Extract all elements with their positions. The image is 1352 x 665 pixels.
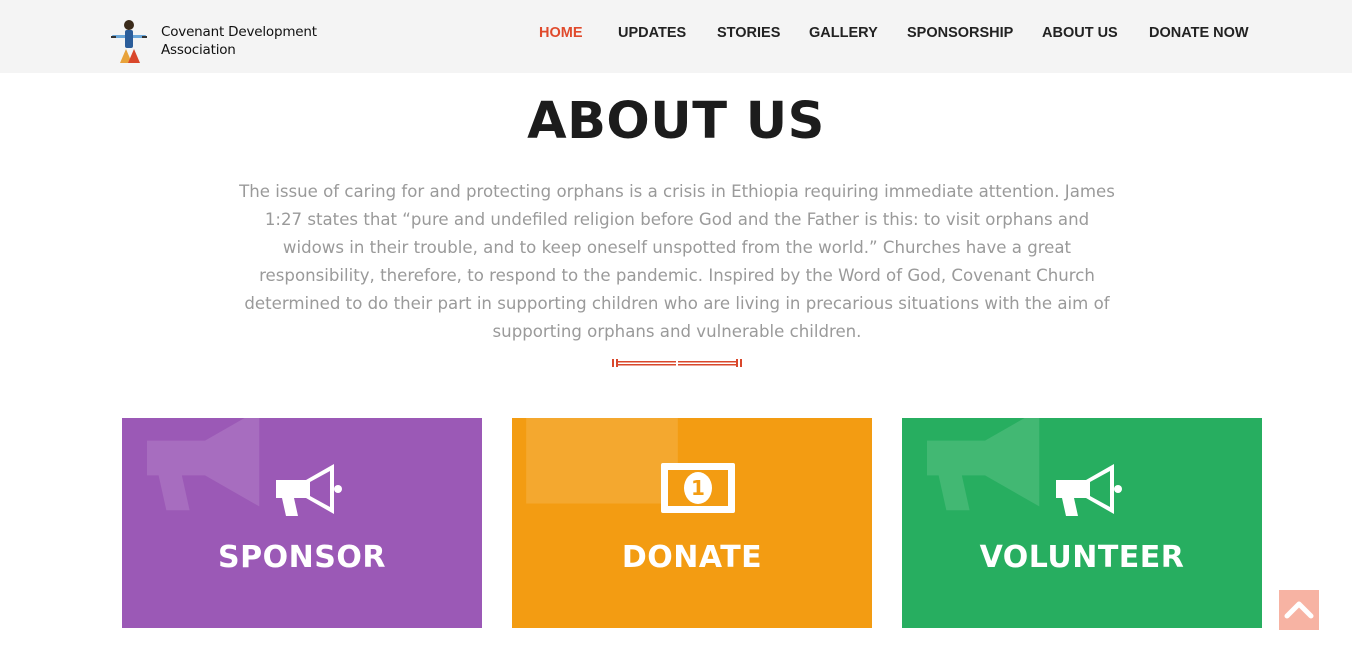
svg-text:1: 1	[691, 476, 705, 500]
nav-stories[interactable]: STORIES	[717, 25, 780, 41]
nav-donate-now[interactable]: DONATE NOW	[1149, 25, 1249, 41]
about-text: The issue of caring for and protecting o…	[239, 182, 1115, 341]
banknote-icon: 1	[661, 463, 735, 513]
volunteer-card[interactable]: VOLUNTEER	[902, 418, 1262, 628]
logo-text: Covenant Development Association	[161, 23, 317, 59]
logo-line1: Covenant Development	[161, 24, 317, 40]
nav-updates[interactable]: UPDATES	[618, 25, 686, 41]
donate-card[interactable]: 1 DONATE	[512, 418, 872, 628]
nav-gallery[interactable]: GALLERY	[809, 25, 878, 41]
banknote-bg-icon	[526, 418, 678, 504]
nav-home[interactable]: HOME	[539, 25, 583, 41]
volunteer-label: VOLUNTEER	[979, 540, 1185, 575]
sponsor-label: SPONSOR	[218, 540, 386, 575]
megaphone-bg-icon	[927, 418, 1040, 511]
section-divider	[612, 359, 742, 367]
megaphone-bg-icon	[147, 418, 260, 511]
chevron-up-icon	[1284, 601, 1314, 619]
megaphone-icon	[1056, 464, 1122, 516]
site-header: Covenant Development Association HOME UP…	[0, 0, 1352, 73]
back-to-top-button[interactable]	[1279, 590, 1319, 630]
about-title: ABOUT US	[527, 92, 825, 151]
site-logo[interactable]: Covenant Development Association	[108, 19, 318, 63]
logo-figure-icon	[111, 20, 147, 63]
megaphone-icon	[276, 464, 342, 516]
nav-about-us[interactable]: ABOUT US	[1042, 25, 1118, 41]
sponsor-card[interactable]: SPONSOR	[122, 418, 482, 628]
donate-label: DONATE	[621, 540, 763, 575]
nav-sponsorship[interactable]: SPONSORSHIP	[907, 25, 1013, 41]
logo-line2: Association	[161, 42, 236, 58]
